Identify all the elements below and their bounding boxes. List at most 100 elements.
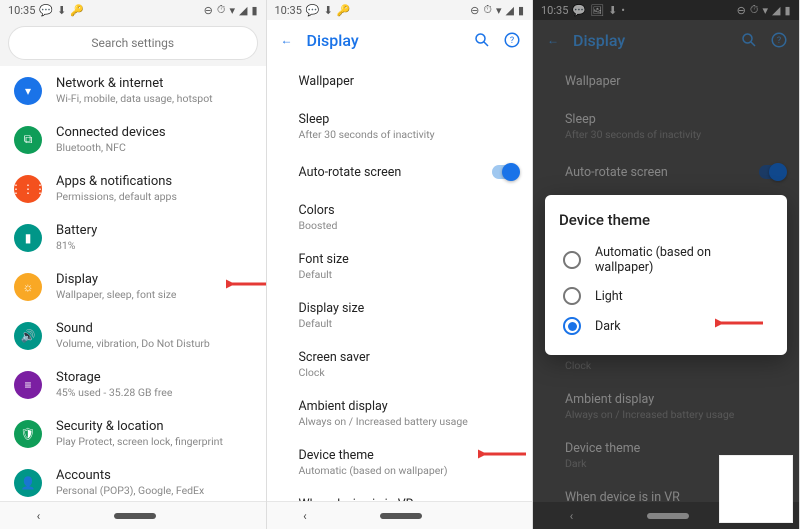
- devices-icon: ⧉: [14, 126, 42, 154]
- item-title: Screen saver: [299, 350, 501, 365]
- display-item-wallpaper[interactable]: Wallpaper: [267, 60, 533, 102]
- option-label: Automatic (based on wallpaper): [595, 245, 769, 275]
- svg-text:?: ?: [510, 36, 514, 46]
- item-title: Storage: [56, 370, 172, 385]
- signal-icon: ◢: [505, 4, 513, 17]
- radio-icon: [563, 317, 581, 335]
- item-title: Device theme: [299, 448, 501, 463]
- auto-rotate-toggle[interactable]: [492, 165, 518, 179]
- dialog-title: Device theme: [559, 211, 773, 229]
- annotation-arrow: [715, 315, 765, 331]
- item-title: Display: [56, 272, 176, 287]
- settings-item-apps[interactable]: ⋮⋮⋮ Apps & notifications Permissions, de…: [0, 164, 266, 213]
- status-time: 10:35: [275, 4, 302, 17]
- display-settings-dark-screen: 10:35 💬 🖼 ⬇ • ⊖ ⏱ ▾ ◢ ▮ ← Display ? Wall…: [533, 0, 800, 529]
- back-arrow-icon[interactable]: ←: [277, 30, 297, 50]
- chat-icon: 💬: [39, 4, 53, 17]
- theme-option-automatic[interactable]: Automatic (based on wallpaper): [559, 239, 773, 281]
- do-not-disturb-icon: ⊖: [204, 4, 213, 17]
- item-title: Sleep: [299, 112, 501, 127]
- settings-item-network[interactable]: ▾ Network & internet Wi-Fi, mobile, data…: [0, 66, 266, 115]
- help-icon[interactable]: ?: [502, 30, 522, 50]
- battery-icon: ▮: [518, 4, 524, 17]
- theme-option-dark[interactable]: Dark: [559, 311, 773, 341]
- item-subtitle: Wallpaper, sleep, font size: [56, 288, 176, 301]
- settings-item-accounts[interactable]: 👤 Accounts Personal (POP3), Google, FedE…: [0, 458, 266, 501]
- apps-icon: ⋮⋮⋮: [14, 175, 42, 203]
- signal-icon: ◢: [239, 4, 247, 17]
- item-title: Apps & notifications: [56, 174, 177, 189]
- storage-icon: ≡: [14, 371, 42, 399]
- key-icon: 🔑: [70, 4, 84, 17]
- radio-icon: [563, 251, 581, 269]
- item-subtitle: 81%: [56, 239, 97, 252]
- download-icon: ⬇: [57, 4, 66, 17]
- item-subtitle: 45% used - 35.28 GB free: [56, 386, 172, 399]
- display-item-ambient[interactable]: Ambient display Always on / Increased ba…: [267, 389, 533, 438]
- display-header: ← Display ?: [267, 20, 533, 60]
- item-title: Font size: [299, 252, 501, 267]
- nav-home-button[interactable]: [380, 513, 422, 519]
- settings-item-sound[interactable]: 🔊 Sound Volume, vibration, Do Not Distur…: [0, 311, 266, 360]
- item-subtitle: Default: [299, 268, 501, 281]
- key-icon: 🔑: [337, 4, 351, 17]
- display-item-sleep[interactable]: Sleep After 30 seconds of inactivity: [267, 102, 533, 151]
- wifi-icon: ▾: [496, 4, 502, 17]
- item-title: Wallpaper: [299, 74, 501, 89]
- settings-item-connected-devices[interactable]: ⧉ Connected devices Bluetooth, NFC: [0, 115, 266, 164]
- display-item-colors[interactable]: Colors Boosted: [267, 193, 533, 242]
- display-list: Wallpaper Sleep After 30 seconds of inac…: [267, 60, 533, 501]
- settings-item-security[interactable]: 🛡 Security & location Play Protect, scre…: [0, 409, 266, 458]
- page-title: Display: [307, 31, 463, 50]
- alarm-icon: ⏱: [483, 3, 492, 17]
- item-title: Display size: [299, 301, 501, 316]
- search-input[interactable]: Search settings: [8, 26, 258, 60]
- nav-home-button[interactable]: [114, 513, 156, 519]
- settings-item-battery[interactable]: ▮ Battery 81%: [0, 213, 266, 262]
- display-item-screen-saver[interactable]: Screen saver Clock: [267, 340, 533, 389]
- item-title: Sound: [56, 321, 210, 336]
- search-header: Search settings: [0, 20, 266, 66]
- item-subtitle: Personal (POP3), Google, FedEx: [56, 484, 204, 497]
- annotation-arrow: [226, 276, 266, 292]
- accounts-icon: 👤: [14, 469, 42, 497]
- display-item-font-size[interactable]: Font size Default: [267, 242, 533, 291]
- item-title: Battery: [56, 223, 97, 238]
- battery-icon: ▮: [251, 4, 257, 17]
- item-subtitle: Always on / Increased battery usage: [299, 415, 501, 428]
- settings-item-display[interactable]: ☼ Display Wallpaper, sleep, font size: [0, 262, 266, 311]
- display-item-vr[interactable]: When device is in VR Reduce blur (recomm…: [267, 487, 533, 501]
- search-icon[interactable]: [472, 30, 492, 50]
- item-title: Network & internet: [56, 76, 213, 91]
- item-subtitle: Wi-Fi, mobile, data usage, hotspot: [56, 92, 213, 105]
- radio-icon: [563, 287, 581, 305]
- download-icon: ⬇: [324, 4, 333, 17]
- device-theme-dialog: Device theme Automatic (based on wallpap…: [545, 195, 787, 355]
- item-title: Connected devices: [56, 125, 166, 140]
- option-label: Light: [595, 289, 623, 304]
- nav-back-button[interactable]: ‹: [303, 509, 307, 523]
- settings-main-screen: 10:35 💬 ⬇ 🔑 ⊖ ⏱ ▾ ◢ ▮ Search settings ▾ …: [0, 0, 267, 529]
- display-icon: ☼: [14, 273, 42, 301]
- item-subtitle: Clock: [299, 366, 501, 379]
- wifi-icon: ▾: [229, 4, 235, 17]
- item-subtitle: Default: [299, 317, 501, 330]
- search-placeholder: Search settings: [91, 36, 174, 50]
- navigation-bar: ‹: [267, 501, 533, 529]
- item-subtitle: Permissions, default apps: [56, 190, 177, 203]
- wifi-icon: ▾: [14, 77, 42, 105]
- item-subtitle: Play Protect, screen lock, fingerprint: [56, 435, 223, 448]
- display-item-device-theme[interactable]: Device theme Automatic (based on wallpap…: [267, 438, 533, 487]
- chat-icon: 💬: [306, 4, 320, 17]
- status-time: 10:35: [8, 4, 35, 17]
- item-title: Colors: [299, 203, 501, 218]
- nav-back-button[interactable]: ‹: [37, 509, 41, 523]
- overlay-box: [719, 455, 793, 523]
- theme-option-light[interactable]: Light: [559, 281, 773, 311]
- item-subtitle: Volume, vibration, Do Not Disturb: [56, 337, 210, 350]
- item-subtitle: Automatic (based on wallpaper): [299, 464, 501, 477]
- settings-item-storage[interactable]: ≡ Storage 45% used - 35.28 GB free: [0, 360, 266, 409]
- display-item-display-size[interactable]: Display size Default: [267, 291, 533, 340]
- status-bar: 10:35 💬 ⬇ 🔑 ⊖ ⏱ ▾ ◢ ▮: [267, 0, 533, 20]
- display-item-auto-rotate[interactable]: Auto-rotate screen: [267, 151, 533, 193]
